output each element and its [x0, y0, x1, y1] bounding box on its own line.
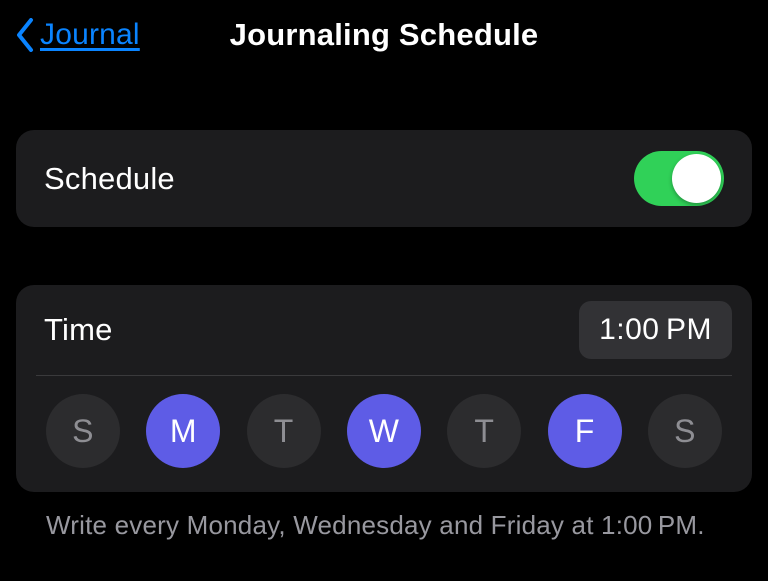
content: Schedule Time 1:00 PM S M T W T F S Writ…: [0, 70, 768, 544]
toggle-knob: [672, 154, 721, 203]
schedule-toggle[interactable]: [634, 151, 724, 206]
chevron-left-icon: [14, 16, 36, 54]
time-picker[interactable]: 1:00 PM: [579, 301, 732, 359]
day-sunday[interactable]: S: [46, 394, 120, 468]
time-label: Time: [44, 312, 113, 348]
time-days-group: Time 1:00 PM S M T W T F S: [16, 285, 752, 492]
days-row: S M T W T F S: [16, 376, 752, 492]
back-label: Journal: [40, 18, 140, 52]
schedule-summary: Write every Monday, Wednesday and Friday…: [16, 492, 752, 544]
day-wednesday[interactable]: W: [347, 394, 421, 468]
back-button[interactable]: Journal: [14, 16, 140, 54]
day-monday[interactable]: M: [146, 394, 220, 468]
time-row: Time 1:00 PM: [16, 285, 752, 375]
nav-bar: Journal Journaling Schedule: [0, 0, 768, 70]
schedule-label: Schedule: [44, 161, 175, 197]
day-thursday[interactable]: T: [447, 394, 521, 468]
schedule-group: Schedule: [16, 130, 752, 227]
schedule-row: Schedule: [16, 130, 752, 227]
day-tuesday[interactable]: T: [247, 394, 321, 468]
day-saturday[interactable]: S: [648, 394, 722, 468]
day-friday[interactable]: F: [548, 394, 622, 468]
